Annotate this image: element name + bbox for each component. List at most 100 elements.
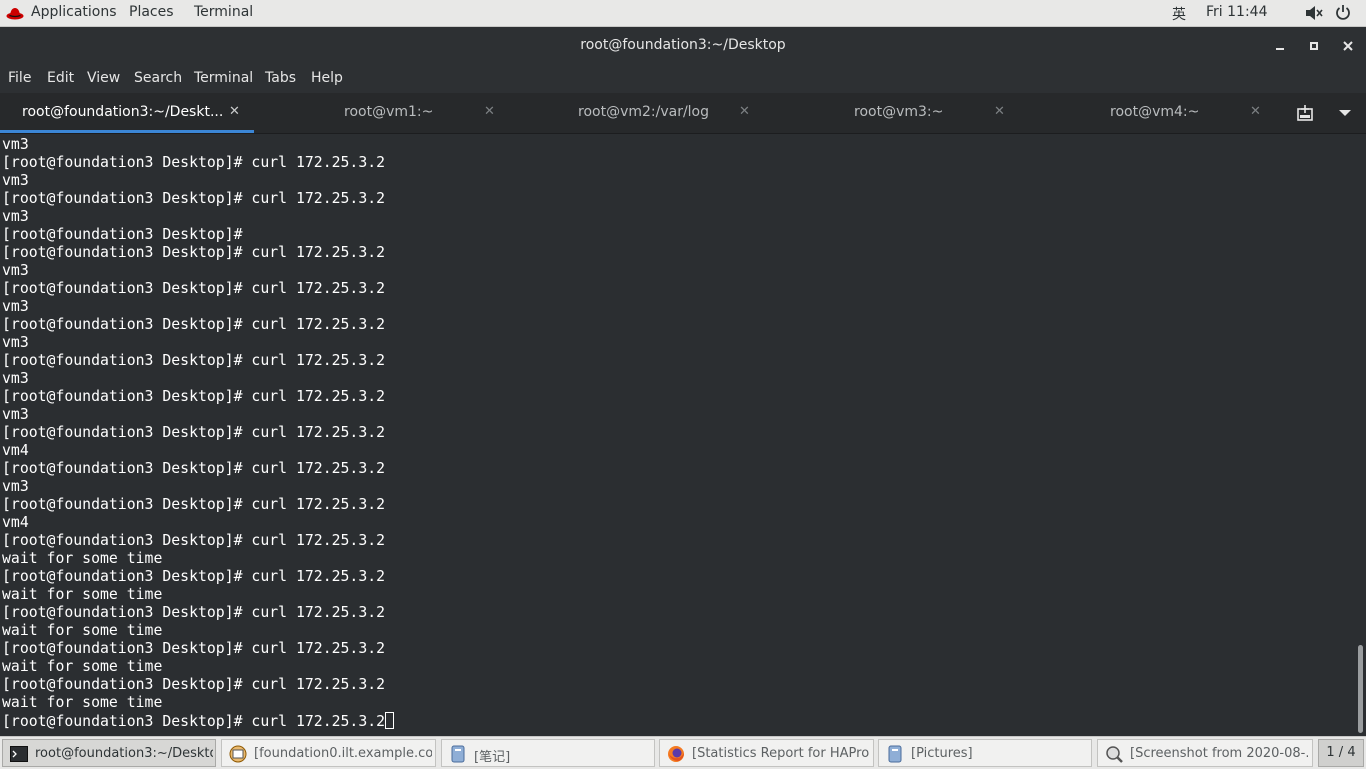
terminal-line: [root@foundation3 Desktop]# curl 172.25.…: [2, 388, 386, 405]
close-window-button[interactable]: [1337, 35, 1359, 57]
terminal-line: [root@foundation3 Desktop]# curl 172.25.…: [2, 460, 386, 477]
terminal-line: wait for some time: [2, 550, 163, 567]
close-icon: [1343, 41, 1353, 51]
terminal-line: [root@foundation3 Desktop]# curl 172.25.…: [2, 676, 386, 693]
tabs-menu-icon[interactable]: [1338, 108, 1352, 118]
menu-edit[interactable]: Edit: [47, 70, 74, 86]
terminal-line: vm3: [2, 370, 29, 387]
menu-help[interactable]: Help: [311, 70, 343, 86]
terminal-line: vm3: [2, 478, 29, 495]
terminal-line: [root@foundation3 Desktop]# curl 172.25.…: [2, 532, 386, 549]
terminal-line: [root@foundation3 Desktop]# curl 172.25.…: [2, 190, 386, 207]
tab-label: root@vm4:~: [1110, 104, 1200, 120]
terminal-line: wait for some time: [2, 694, 163, 711]
redhat-logo-icon: [6, 8, 24, 20]
terminal-line: [root@foundation3 Desktop]# curl 172.25.…: [2, 424, 386, 441]
terminal-line: [root@foundation3 Desktop]# curl 172.25.…: [2, 352, 386, 369]
taskbar-item-label: [Statistics Report for HAPro...: [692, 746, 870, 761]
text-cursor: [385, 712, 395, 729]
terminal-line: [root@foundation3 Desktop]# curl 172.25.…: [2, 496, 386, 513]
taskbar-item-virt-viewer[interactable]: [foundation0.ilt.example.co...: [221, 739, 436, 767]
menu-file[interactable]: File: [8, 70, 31, 86]
minimize-icon: [1276, 48, 1284, 50]
terminal-output[interactable]: vm3 [root@foundation3 Desktop]# curl 172.…: [0, 134, 1354, 736]
tab-close-icon[interactable]: ✕: [739, 104, 750, 119]
new-tab-icon[interactable]: [1296, 104, 1316, 122]
tab-label: root@vm1:~: [344, 104, 434, 120]
menu-tabs[interactable]: Tabs: [265, 70, 296, 86]
taskbar-item-firefox[interactable]: [Statistics Report for HAPro...: [659, 739, 874, 767]
top-panel: Applications Places Terminal 英 Fri 11:44: [0, 0, 1366, 27]
active-tab-indicator: [0, 130, 254, 133]
tab-close-icon[interactable]: ✕: [229, 104, 240, 119]
applications-menu[interactable]: Applications: [31, 4, 117, 20]
terminal-line: vm4: [2, 514, 29, 531]
terminal-line: vm3: [2, 406, 29, 423]
terminal-line: [root@foundation3 Desktop]# curl 172.25.…: [2, 154, 386, 171]
terminal-line: [root@foundation3 Desktop]#: [2, 226, 243, 243]
taskbar-item-label: root@foundation3:~/Desktop: [35, 746, 213, 761]
window-title: root@foundation3:~/Desktop: [580, 37, 786, 53]
terminal-line: [root@foundation3 Desktop]# curl 172.25.…: [2, 280, 386, 297]
terminal-line: vm3: [2, 298, 29, 315]
tab-label: root@vm2:/var/log: [578, 104, 710, 120]
minimize-button[interactable]: [1269, 35, 1291, 57]
taskbar-item-terminal[interactable]: root@foundation3:~/Desktop: [2, 739, 216, 767]
menu-search[interactable]: Search: [134, 70, 182, 86]
taskbar-item-label: [Pictures]: [911, 746, 973, 761]
menu-bar: File Edit View Search Terminal Tabs Help: [0, 65, 1366, 93]
clock[interactable]: Fri 11:44: [1206, 4, 1267, 20]
terminal-line: vm3: [2, 334, 29, 351]
terminal-line: vm3: [2, 262, 29, 279]
terminal-icon: [10, 746, 28, 762]
taskbar-item-label: [笔记]: [474, 750, 511, 765]
terminal-line: [root@foundation3 Desktop]# curl 172.25.…: [2, 712, 395, 730]
terminal-line: [root@foundation3 Desktop]# curl 172.25.…: [2, 244, 386, 261]
tab-close-icon[interactable]: ✕: [484, 104, 495, 119]
file-manager-icon: [888, 745, 902, 763]
terminal-line: wait for some time: [2, 658, 163, 675]
menu-view[interactable]: View: [87, 70, 120, 86]
places-menu[interactable]: Places: [129, 4, 174, 20]
input-method-indicator[interactable]: 英: [1172, 4, 1186, 24]
virt-viewer-icon: [229, 745, 247, 763]
tab-vm1[interactable]: root@vm1:~ ✕: [256, 93, 510, 133]
window-titlebar[interactable]: root@foundation3:~/Desktop: [0, 27, 1366, 65]
tab-bar: root@foundation3:~/Deskt... ✕ root@vm1:~…: [0, 93, 1366, 134]
taskbar-item-screenshot[interactable]: [Screenshot from 2020-08-...: [1097, 739, 1313, 767]
volume-muted-icon[interactable]: [1305, 5, 1323, 21]
workspace-switcher[interactable]: 1 / 4: [1318, 739, 1364, 767]
terminal-line: vm3: [2, 136, 29, 153]
tab-close-icon[interactable]: ✕: [1250, 104, 1261, 119]
terminal-line: vm4: [2, 442, 29, 459]
tab-close-icon[interactable]: ✕: [994, 104, 1005, 119]
tab-foundation3[interactable]: root@foundation3:~/Deskt... ✕: [0, 93, 254, 133]
menu-terminal[interactable]: Terminal: [194, 70, 253, 86]
taskbar-item-pictures-folder[interactable]: [Pictures]: [878, 739, 1092, 767]
terminal-app-menu[interactable]: Terminal: [194, 4, 253, 20]
power-icon[interactable]: [1335, 4, 1351, 21]
tab-label: root@vm3:~: [854, 104, 944, 120]
terminal-line: [root@foundation3 Desktop]# curl 172.25.…: [2, 604, 386, 621]
maximize-icon: [1310, 42, 1318, 50]
terminal-line: [root@foundation3 Desktop]# curl 172.25.…: [2, 568, 386, 585]
terminal-line: vm3: [2, 172, 29, 189]
tab-vm3[interactable]: root@vm3:~ ✕: [766, 93, 1020, 133]
terminal-line: wait for some time: [2, 622, 163, 639]
file-manager-icon: [451, 745, 465, 763]
taskbar: root@foundation3:~/Desktop [foundation0.…: [0, 736, 1366, 769]
tab-vm2[interactable]: root@vm2:/var/log ✕: [511, 93, 765, 133]
terminal-line: wait for some time: [2, 586, 163, 603]
scrollbar-thumb[interactable]: [1358, 645, 1363, 733]
taskbar-item-label: [foundation0.ilt.example.co...: [254, 746, 432, 761]
terminal-line: vm3: [2, 208, 29, 225]
terminal-line: [root@foundation3 Desktop]# curl 172.25.…: [2, 640, 386, 657]
terminal-line: [root@foundation3 Desktop]# curl 172.25.…: [2, 316, 386, 333]
screenshot-icon: [1106, 746, 1123, 763]
taskbar-item-notes-folder[interactable]: [笔记]: [441, 739, 655, 767]
tab-vm4[interactable]: root@vm4:~ ✕: [1021, 93, 1275, 133]
firefox-icon: [668, 746, 684, 762]
maximize-button[interactable]: [1303, 35, 1325, 57]
terminal-lines: vm3 [root@foundation3 Desktop]# curl 172.…: [2, 136, 395, 730]
tab-label: root@foundation3:~/Deskt...: [22, 104, 224, 120]
